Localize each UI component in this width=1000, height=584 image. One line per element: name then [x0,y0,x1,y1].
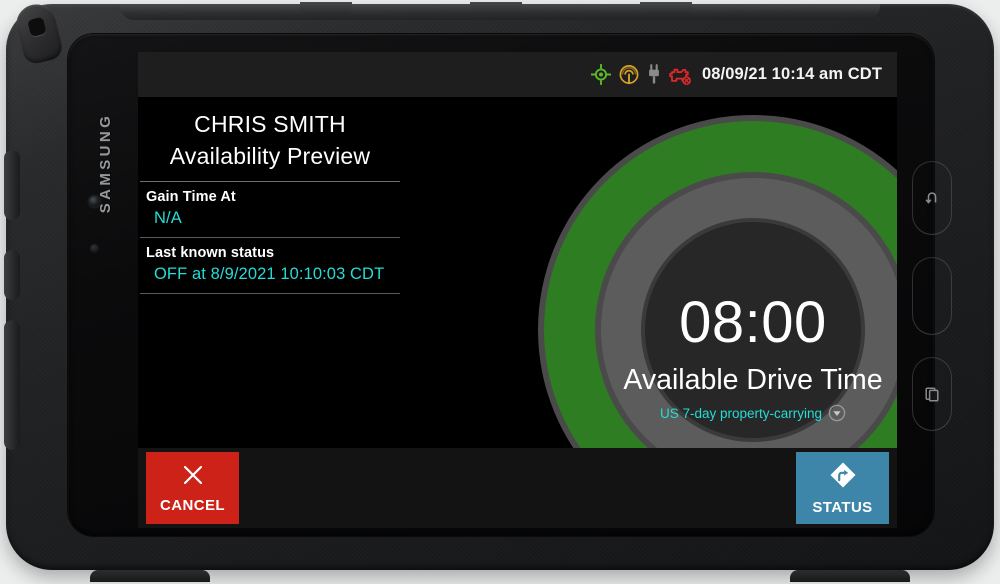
field-value: N/A [154,209,182,227]
chevron-down-circle-icon[interactable] [828,404,846,422]
status-button[interactable]: STATUS [796,452,889,524]
signal-icon [619,65,639,85]
panel-divider [140,293,400,294]
case-top-nub [300,2,352,15]
field-value: OFF at 8/9/2021 10:10:03 CDT [154,265,385,283]
status-bar-clock: 08/09/21 10:14 am CDT [701,65,882,83]
status-bar-icon-group [590,64,692,85]
power-plug-icon [649,64,659,84]
case-side-grip-pad [4,150,20,220]
case-side-grip-pad [4,320,20,450]
tablet-screen: 08/09/21 10:14 am CDT 08:00 Available Dr… [138,52,897,528]
gauge-time-value: 08:00 [679,289,827,355]
case-side-grip-pad [4,250,20,300]
ruleset-selector[interactable]: US 7-day property-carrying [660,404,846,422]
nav-key-recents[interactable] [913,358,951,430]
bottom-action-bar: CANCEL STATUS [138,448,897,528]
driver-name: CHRIS SMITH [194,111,346,137]
availability-info-panel: CHRIS SMITH Availability Preview Gain Ti… [138,97,402,448]
page-title: Availability Preview [169,143,371,169]
ruleset-label: US 7-day property-carrying [659,405,823,421]
close-x-icon [183,465,202,485]
case-top-nub [470,2,522,15]
rugged-tablet-device: SAMSUNG 08/09/21 10:14 am CDT 08:00 Avai… [0,0,1000,584]
field-label: Gain Time At [146,189,236,205]
nav-key-home[interactable] [913,258,951,334]
samsung-brand-logo: SAMSUNG [97,112,114,214]
recent-apps-icon [925,387,939,402]
case-foot [790,570,910,582]
status-button-label: STATUS [812,499,873,516]
cancel-button-label: CANCEL [160,497,225,514]
status-bar: 08/09/21 10:14 am CDT [138,52,897,97]
gauge-caption: Available Drive Time [623,363,883,396]
cancel-button[interactable]: CANCEL [146,452,239,524]
field-gain-time-at: Gain Time At N/A [138,182,402,228]
case-top-nub [640,2,692,15]
case-foot [90,570,210,582]
back-arrow-icon [925,192,937,204]
field-last-known-status: Last known status OFF at 8/9/2021 10:10:… [138,238,402,284]
field-label: Last known status [146,245,275,261]
gps-icon [590,64,611,85]
engine-fault-icon [669,68,691,85]
proximity-sensor-icon [90,244,99,253]
nav-key-back[interactable] [913,162,951,234]
turn-right-diamond-icon [830,462,855,488]
